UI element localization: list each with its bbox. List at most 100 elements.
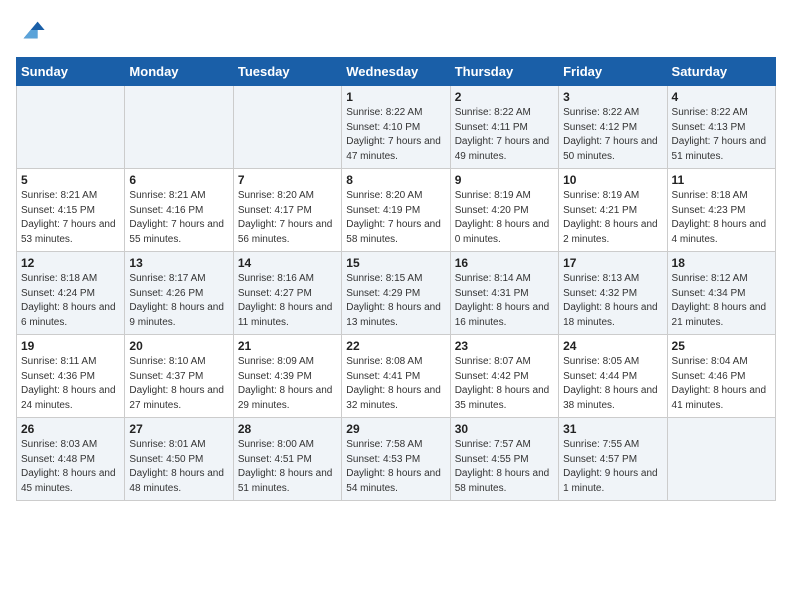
calendar-cell: 20Sunrise: 8:10 AM Sunset: 4:37 PM Dayli… — [125, 335, 233, 418]
day-number: 11 — [672, 173, 771, 187]
calendar-cell: 22Sunrise: 8:08 AM Sunset: 4:41 PM Dayli… — [342, 335, 450, 418]
calendar-week-row: 1Sunrise: 8:22 AM Sunset: 4:10 PM Daylig… — [17, 86, 776, 169]
calendar-cell: 19Sunrise: 8:11 AM Sunset: 4:36 PM Dayli… — [17, 335, 125, 418]
day-number: 10 — [563, 173, 662, 187]
day-info: Sunrise: 8:15 AM Sunset: 4:29 PM Dayligh… — [346, 272, 445, 330]
day-number: 22 — [346, 339, 445, 353]
day-info: Sunrise: 8:19 AM Sunset: 4:21 PM Dayligh… — [563, 189, 662, 247]
calendar-cell — [17, 86, 125, 169]
calendar-week-row: 12 Sunrise: 8:18 AM Sunset: 4:24 PM Dayli… — [17, 252, 776, 335]
day-info: Sunrise: 8:20 AM Sunset: 4:19 PM Dayligh… — [346, 189, 445, 247]
calendar-cell: 25Sunrise: 8:04 AM Sunset: 4:46 PM Dayli… — [667, 335, 775, 418]
day-info: Sunrise: 8:17 AM Sunset: 4:26 PM Dayligh… — [129, 272, 228, 330]
day-info: Sunrise: 8:22 AM Sunset: 4:12 PM Dayligh… — [563, 106, 662, 164]
day-number: 18 — [672, 256, 771, 270]
day-header-sunday: Sunday — [17, 58, 125, 86]
day-info: Sunrise: 8:14 AM Sunset: 4:31 PM Dayligh… — [455, 272, 554, 330]
calendar-week-row: 5 Sunrise: 8:21 AM Sunset: 4:15 PM Daylig… — [17, 169, 776, 252]
day-info: Sunrise: 8:00 AM Sunset: 4:51 PM Dayligh… — [238, 438, 337, 496]
day-number: 29 — [346, 422, 445, 436]
calendar-cell: 4 Sunrise: 8:22 AM Sunset: 4:13 PM Daylig… — [667, 86, 775, 169]
day-number: 31 — [563, 422, 662, 436]
day-number: 9 — [455, 173, 554, 187]
day-number: 23 — [455, 339, 554, 353]
day-number: 7 — [238, 173, 337, 187]
calendar-cell: 1Sunrise: 8:22 AM Sunset: 4:10 PM Daylig… — [342, 86, 450, 169]
day-info: Sunrise: 7:55 AM Sunset: 4:57 PM Dayligh… — [563, 438, 662, 496]
logo-icon — [18, 16, 46, 44]
day-info: Sunrise: 8:22 AM Sunset: 4:13 PM Dayligh… — [672, 106, 771, 164]
calendar-cell: 21 Sunrise: 8:09 AM Sunset: 4:39 PM Dayli… — [233, 335, 341, 418]
calendar-cell: 5 Sunrise: 8:21 AM Sunset: 4:15 PM Daylig… — [17, 169, 125, 252]
calendar-cell: 7 Sunrise: 8:20 AM Sunset: 4:17 PM Daylig… — [233, 169, 341, 252]
calendar-week-row: 26Sunrise: 8:03 AM Sunset: 4:48 PM Dayli… — [17, 418, 776, 501]
calendar-cell: 8 Sunrise: 8:20 AM Sunset: 4:19 PM Daylig… — [342, 169, 450, 252]
calendar-header-row: SundayMondayTuesdayWednesdayThursdayFrid… — [17, 58, 776, 86]
calendar-cell — [667, 418, 775, 501]
day-info: Sunrise: 8:22 AM Sunset: 4:11 PM Dayligh… — [455, 106, 554, 164]
day-number: 28 — [238, 422, 337, 436]
page-header — [16, 16, 776, 49]
calendar-cell: 3 Sunrise: 8:22 AM Sunset: 4:12 PM Daylig… — [559, 86, 667, 169]
day-header-monday: Monday — [125, 58, 233, 86]
calendar-body: 1Sunrise: 8:22 AM Sunset: 4:10 PM Daylig… — [17, 86, 776, 501]
day-info: Sunrise: 8:10 AM Sunset: 4:37 PM Dayligh… — [129, 355, 228, 413]
day-number: 25 — [672, 339, 771, 353]
day-number: 13 — [129, 256, 228, 270]
calendar-cell: 17 Sunrise: 8:13 AM Sunset: 4:32 PM Dayli… — [559, 252, 667, 335]
day-number: 17 — [563, 256, 662, 270]
calendar-cell: 27Sunrise: 8:01 AM Sunset: 4:50 PM Dayli… — [125, 418, 233, 501]
calendar-cell: 9 Sunrise: 8:19 AM Sunset: 4:20 PM Daylig… — [450, 169, 558, 252]
day-info: Sunrise: 8:16 AM Sunset: 4:27 PM Dayligh… — [238, 272, 337, 330]
day-info: Sunrise: 8:03 AM Sunset: 4:48 PM Dayligh… — [21, 438, 120, 496]
day-number: 21 — [238, 339, 337, 353]
calendar-cell: 6 Sunrise: 8:21 AM Sunset: 4:16 PM Daylig… — [125, 169, 233, 252]
calendar-cell: 29Sunrise: 7:58 AM Sunset: 4:53 PM Dayli… — [342, 418, 450, 501]
calendar-cell: 26Sunrise: 8:03 AM Sunset: 4:48 PM Dayli… — [17, 418, 125, 501]
day-info: Sunrise: 8:21 AM Sunset: 4:16 PM Dayligh… — [129, 189, 228, 247]
day-number: 2 — [455, 90, 554, 104]
calendar-cell — [233, 86, 341, 169]
day-info: Sunrise: 8:18 AM Sunset: 4:23 PM Dayligh… — [672, 189, 771, 247]
day-info: Sunrise: 8:19 AM Sunset: 4:20 PM Dayligh… — [455, 189, 554, 247]
day-header-friday: Friday — [559, 58, 667, 86]
day-number: 12 — [21, 256, 120, 270]
day-number: 16 — [455, 256, 554, 270]
calendar-cell: 16 Sunrise: 8:14 AM Sunset: 4:31 PM Dayli… — [450, 252, 558, 335]
day-number: 30 — [455, 422, 554, 436]
day-info: Sunrise: 7:57 AM Sunset: 4:55 PM Dayligh… — [455, 438, 554, 496]
calendar-cell: 24 Sunrise: 8:05 AM Sunset: 4:44 PM Dayli… — [559, 335, 667, 418]
calendar-cell: 18Sunrise: 8:12 AM Sunset: 4:34 PM Dayli… — [667, 252, 775, 335]
day-number: 8 — [346, 173, 445, 187]
calendar-cell: 23Sunrise: 8:07 AM Sunset: 4:42 PM Dayli… — [450, 335, 558, 418]
day-info: Sunrise: 8:09 AM Sunset: 4:39 PM Dayligh… — [238, 355, 337, 413]
day-header-saturday: Saturday — [667, 58, 775, 86]
day-info: Sunrise: 8:21 AM Sunset: 4:15 PM Dayligh… — [21, 189, 120, 247]
day-number: 6 — [129, 173, 228, 187]
day-info: Sunrise: 8:05 AM Sunset: 4:44 PM Dayligh… — [563, 355, 662, 413]
day-number: 19 — [21, 339, 120, 353]
calendar-cell: 12 Sunrise: 8:18 AM Sunset: 4:24 PM Dayli… — [17, 252, 125, 335]
day-info: Sunrise: 8:18 AM Sunset: 4:24 PM Dayligh… — [21, 272, 120, 330]
calendar-cell: 2 Sunrise: 8:22 AM Sunset: 4:11 PM Daylig… — [450, 86, 558, 169]
logo — [16, 16, 46, 49]
day-info: Sunrise: 8:22 AM Sunset: 4:10 PM Dayligh… — [346, 106, 445, 164]
calendar-cell: 31 Sunrise: 7:55 AM Sunset: 4:57 PM Dayli… — [559, 418, 667, 501]
calendar-cell: 13 Sunrise: 8:17 AM Sunset: 4:26 PM Dayli… — [125, 252, 233, 335]
day-number: 5 — [21, 173, 120, 187]
day-number: 15 — [346, 256, 445, 270]
day-number: 3 — [563, 90, 662, 104]
day-number: 4 — [672, 90, 771, 104]
day-info: Sunrise: 8:13 AM Sunset: 4:32 PM Dayligh… — [563, 272, 662, 330]
calendar-cell: 11 Sunrise: 8:18 AM Sunset: 4:23 PM Dayli… — [667, 169, 775, 252]
day-number: 14 — [238, 256, 337, 270]
day-header-wednesday: Wednesday — [342, 58, 450, 86]
calendar-week-row: 19Sunrise: 8:11 AM Sunset: 4:36 PM Dayli… — [17, 335, 776, 418]
calendar-table: SundayMondayTuesdayWednesdayThursdayFrid… — [16, 57, 776, 501]
calendar-cell — [125, 86, 233, 169]
day-number: 24 — [563, 339, 662, 353]
day-info: Sunrise: 8:20 AM Sunset: 4:17 PM Dayligh… — [238, 189, 337, 247]
calendar-cell: 28 Sunrise: 8:00 AM Sunset: 4:51 PM Dayli… — [233, 418, 341, 501]
day-info: Sunrise: 8:01 AM Sunset: 4:50 PM Dayligh… — [129, 438, 228, 496]
calendar-cell: 15 Sunrise: 8:15 AM Sunset: 4:29 PM Dayli… — [342, 252, 450, 335]
